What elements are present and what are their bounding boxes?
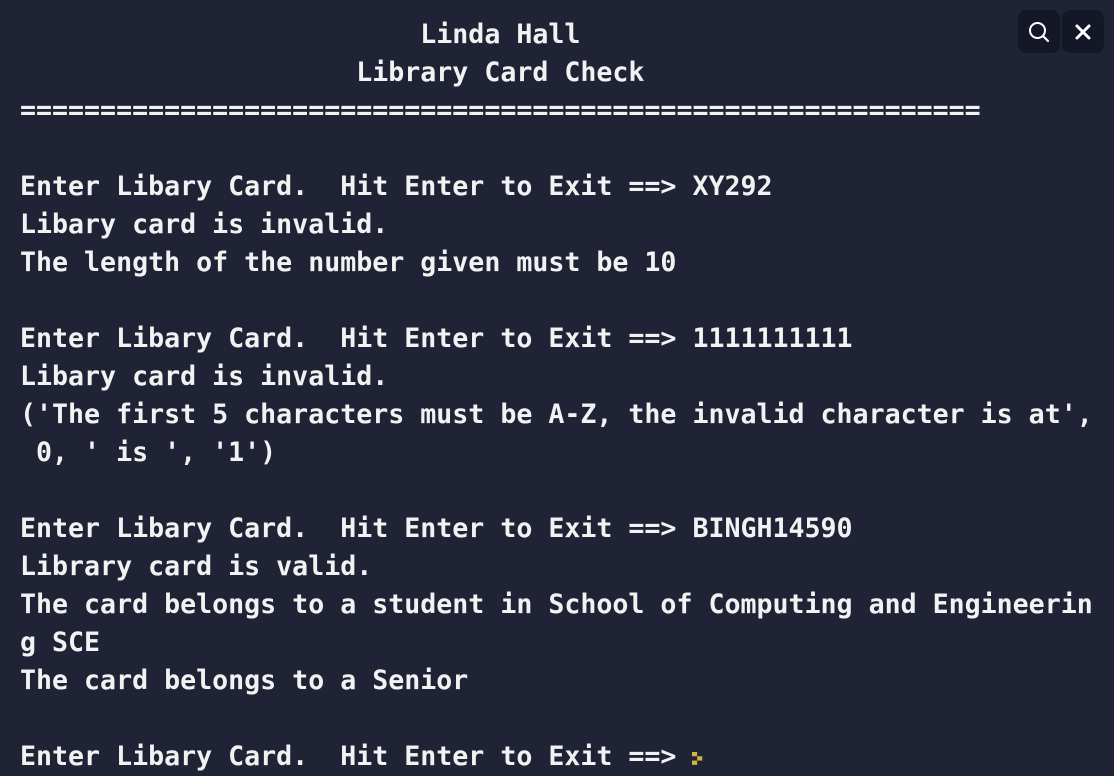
terminal-line-text: The card belongs to a Senior (20, 665, 469, 696)
terminal-line: ========================================… (20, 92, 1093, 130)
terminal-line: g SCE (20, 624, 1093, 662)
terminal-line-text: Library Card Check (20, 57, 645, 88)
terminal-line: Libary card is invalid. (20, 358, 1093, 396)
terminal-line-text: Enter Libary Card. Hit Enter to Exit ==>… (20, 323, 853, 354)
terminal-line: Library card is valid. (20, 548, 1093, 586)
terminal-line-text: 0, ' is ', '1') (20, 437, 277, 468)
terminal-line: Enter Libary Card. Hit Enter to Exit ==> (20, 738, 1093, 776)
terminal-line-text: ========================================… (20, 95, 981, 126)
terminal-output[interactable]: Linda Hall Library Card Check ===========… (20, 16, 1093, 776)
terminal-line-text: g SCE (20, 627, 101, 658)
terminal-line-text: Enter Libary Card. Hit Enter to Exit ==>… (20, 171, 773, 202)
terminal-line-text: Libary card is invalid. (20, 361, 389, 392)
terminal-line-text: Enter Libary Card. Hit Enter to Exit ==>… (20, 513, 853, 544)
terminal-line: Enter Libary Card. Hit Enter to Exit ==>… (20, 168, 1093, 206)
terminal-line: Linda Hall (20, 16, 1093, 54)
terminal-line: 0, ' is ', '1') (20, 434, 1093, 472)
terminal-line: Enter Libary Card. Hit Enter to Exit ==>… (20, 320, 1093, 358)
terminal-line-text: Libary card is invalid. (20, 209, 389, 240)
cursor-icon (692, 751, 703, 765)
terminal-line: The card belongs to a student in School … (20, 586, 1093, 624)
terminal-line-text: The length of the number given must be 1… (20, 247, 677, 278)
terminal-line-text: Linda Hall (20, 19, 581, 50)
terminal-line-text: Library card is valid. (20, 551, 373, 582)
terminal-line: The length of the number given must be 1… (20, 244, 1093, 282)
terminal-line: Enter Libary Card. Hit Enter to Exit ==>… (20, 510, 1093, 548)
terminal-line: The card belongs to a Senior (20, 662, 1093, 700)
terminal-line-text: The card belongs to a student in School … (20, 589, 1093, 620)
terminal-line: ('The first 5 characters must be A-Z, th… (20, 396, 1093, 434)
terminal-line-text: Enter Libary Card. Hit Enter to Exit ==> (20, 741, 693, 772)
terminal-line: Library Card Check (20, 54, 1093, 92)
terminal-line: Libary card is invalid. (20, 206, 1093, 244)
terminal-line-text: ('The first 5 characters must be A-Z, th… (20, 399, 1093, 430)
